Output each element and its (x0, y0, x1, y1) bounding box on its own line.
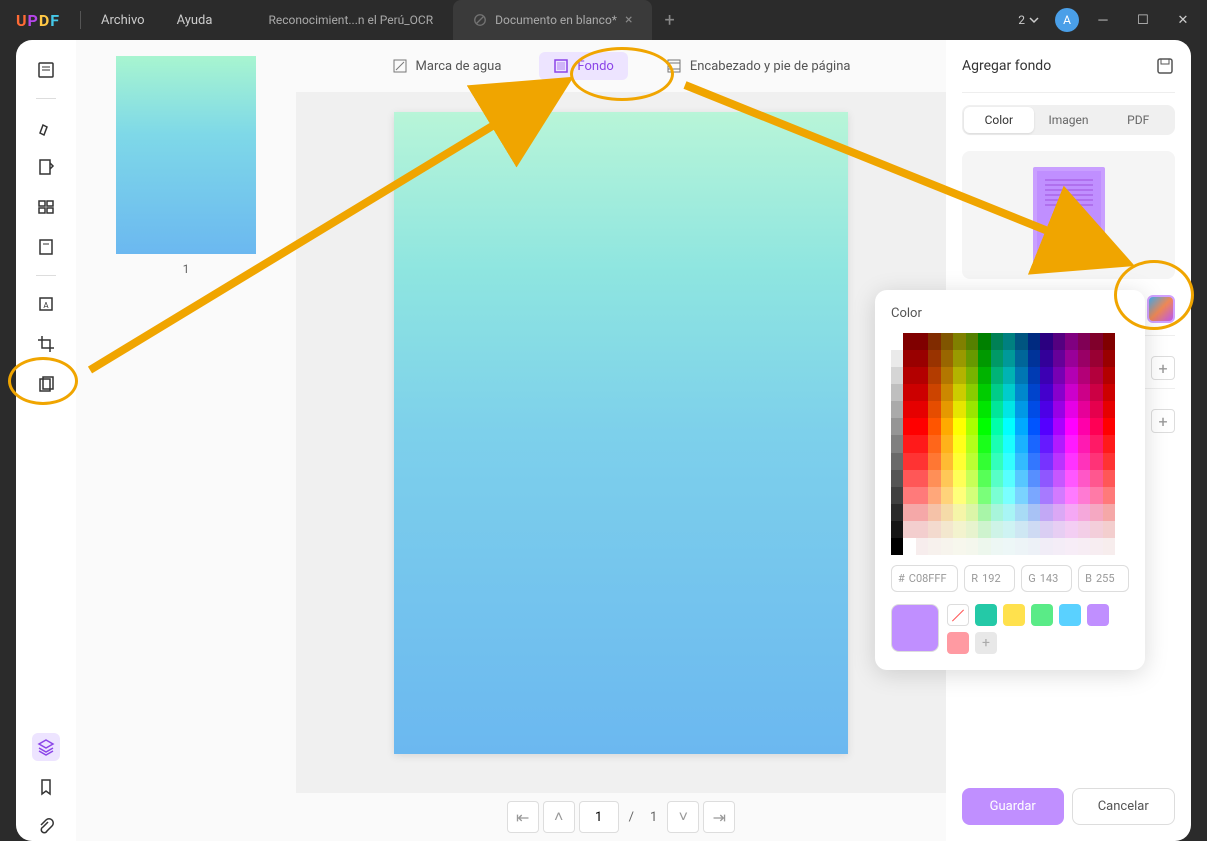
window-controls: 2 A ─ ☐ ✕ (1010, 4, 1207, 36)
watermark-label: Marca de agua (416, 59, 502, 74)
tab-image[interactable]: Imagen (1034, 107, 1104, 133)
titlebar: UPDF Archivo Ayuda Reconocimient...n el … (0, 0, 1207, 40)
tab-label: Reconocimient...n el Perú_OCR (268, 13, 433, 27)
close-button[interactable]: ✕ (1167, 4, 1199, 36)
add-button[interactable]: + (1151, 356, 1175, 380)
add-color-button[interactable]: + (975, 632, 997, 654)
background-type-tabs: Color Imagen PDF (962, 105, 1175, 135)
color-grid[interactable] (891, 333, 1115, 555)
ocr-icon[interactable]: A (32, 290, 60, 318)
bookmark-icon[interactable] (32, 773, 60, 801)
background-preview (962, 151, 1175, 279)
organize-icon[interactable] (32, 193, 60, 221)
header-footer-icon (666, 58, 682, 74)
color-swatch[interactable] (1059, 604, 1081, 626)
r-input[interactable]: R192 (964, 565, 1015, 592)
current-color-swatch (891, 604, 939, 652)
color-picker-button[interactable] (1147, 295, 1175, 323)
color-swatch[interactable] (1003, 604, 1025, 626)
color-swatch[interactable] (975, 604, 997, 626)
page-number-input[interactable] (579, 801, 619, 833)
page-separator: / (623, 810, 640, 825)
page-navigation: ⇤ ˄ / 1 ˅ ⇥ (296, 793, 946, 841)
new-tab-button[interactable]: + (652, 10, 686, 31)
menu-file[interactable]: Archivo (85, 13, 161, 28)
popup-title: Color (891, 306, 1129, 321)
background-button[interactable]: Fondo (539, 52, 627, 80)
svg-text:A: A (43, 301, 49, 310)
chevron-down-icon (1029, 15, 1039, 25)
tab-label: Documento en blanco* (495, 13, 617, 27)
thumbnail-number: 1 (183, 262, 190, 276)
first-page-button[interactable]: ⇤ (507, 801, 539, 833)
next-page-button[interactable]: ˅ (667, 801, 699, 833)
b-input[interactable]: B255 (1078, 565, 1129, 592)
divider (80, 11, 81, 29)
g-input[interactable]: G143 (1021, 565, 1072, 592)
add-button[interactable]: + (1151, 409, 1175, 433)
color-inputs: #C08FFF R192 G143 B255 (891, 565, 1129, 592)
divider (36, 98, 56, 99)
divider (36, 275, 56, 276)
preview-page (1033, 167, 1105, 263)
close-icon[interactable]: × (625, 12, 632, 28)
content-area: 1 Marca de agua Fondo Encabezado y pie d… (76, 40, 946, 841)
highlighter-icon[interactable] (32, 113, 60, 141)
prev-page-button[interactable]: ˄ (543, 801, 575, 833)
menu-help[interactable]: Ayuda (161, 13, 229, 28)
attachment-icon[interactable] (32, 813, 60, 841)
no-color-swatch[interactable] (947, 604, 969, 626)
app-logo: UPDF (0, 11, 76, 30)
color-swatch[interactable] (947, 632, 969, 654)
last-page-button[interactable]: ⇥ (703, 801, 735, 833)
thumbnail-panel: 1 (76, 40, 296, 841)
color-swatch[interactable] (1031, 604, 1053, 626)
page-thumbnail[interactable] (116, 56, 256, 254)
background-label: Fondo (577, 59, 613, 74)
tab-document-2[interactable]: Documento en blanco* × (453, 0, 652, 40)
hex-input[interactable]: #C08FFF (891, 565, 958, 592)
cancel-button[interactable]: Cancelar (1072, 788, 1176, 825)
avatar[interactable]: A (1055, 8, 1079, 32)
save-button[interactable]: Guardar (962, 788, 1064, 825)
maximize-button[interactable]: ☐ (1127, 4, 1159, 36)
background-icon (553, 58, 569, 74)
recent-colors: + (947, 604, 1129, 654)
document-page (394, 112, 848, 754)
reader-icon[interactable] (32, 56, 60, 84)
form-icon[interactable] (32, 233, 60, 261)
panel-actions: Guardar Cancelar (962, 788, 1175, 825)
color-picker-popup: Color #C08FFF R192 G143 B255 + (875, 290, 1145, 670)
tab-pdf[interactable]: PDF (1103, 107, 1173, 133)
swatch-row: + (891, 604, 1129, 654)
minimize-button[interactable]: ─ (1087, 4, 1119, 36)
header-footer-button[interactable]: Encabezado y pie de página (652, 52, 865, 80)
page-total: 1 (644, 810, 663, 825)
crop-icon[interactable] (32, 330, 60, 358)
header-footer-label: Encabezado y pie de página (690, 59, 851, 74)
layers-icon[interactable] (32, 733, 60, 761)
tab-document-1[interactable]: Reconocimient...n el Perú_OCR (248, 0, 453, 40)
left-toolbar: A (16, 40, 76, 841)
draft-icon (473, 13, 487, 27)
tab-color[interactable]: Color (964, 107, 1034, 133)
divider (962, 92, 1175, 93)
page-tools-toolbar: Marca de agua Fondo Encabezado y pie de … (296, 40, 946, 92)
notification-badge[interactable]: 2 (1010, 9, 1047, 31)
page-viewport[interactable] (296, 92, 946, 793)
color-swatch[interactable] (1087, 604, 1109, 626)
page-tools-icon[interactable] (32, 370, 60, 398)
tab-strip: Reconocimient...n el Perú_OCR Documento … (248, 0, 1010, 40)
notif-count: 2 (1018, 13, 1025, 27)
panel-header: Agregar fondo (962, 56, 1175, 76)
watermark-icon (392, 58, 408, 74)
panel-title: Agregar fondo (962, 58, 1051, 74)
edit-icon[interactable] (32, 153, 60, 181)
save-preset-icon[interactable] (1155, 56, 1175, 76)
watermark-button[interactable]: Marca de agua (378, 52, 516, 80)
document-area: Marca de agua Fondo Encabezado y pie de … (296, 40, 946, 841)
